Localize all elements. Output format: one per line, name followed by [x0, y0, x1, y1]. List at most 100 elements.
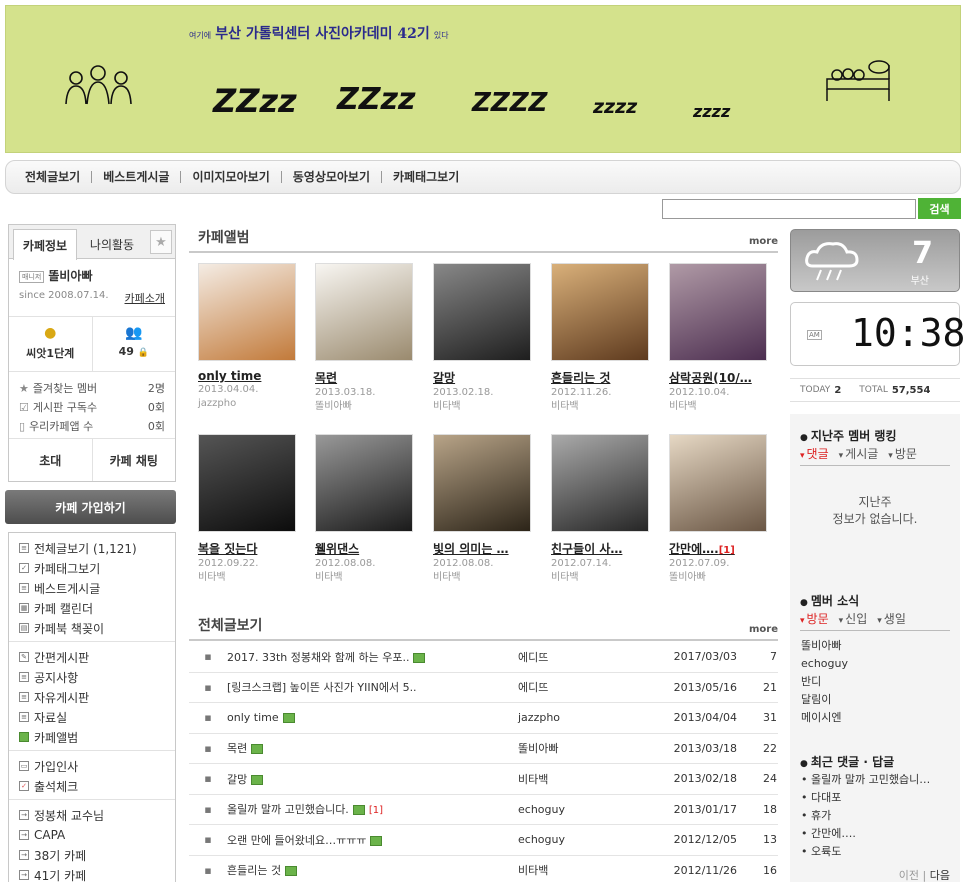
- menu-cafe-tags[interactable]: 카페태그보기: [382, 171, 470, 183]
- album-caption[interactable]: 흔들리는 것: [551, 369, 651, 386]
- menu-image-gallery[interactable]: 이미지모아보기: [181, 171, 282, 183]
- post-title-cell[interactable]: 갈망: [227, 771, 517, 787]
- post-title-cell[interactable]: 올릴까 말까 고민했습니다. [1]: [227, 801, 517, 817]
- post-author[interactable]: echoguy: [517, 803, 647, 816]
- menu-all-posts[interactable]: 전체글보기: [14, 171, 93, 183]
- album-author[interactable]: 비타백: [315, 571, 415, 585]
- cafe-intro-link[interactable]: 카페소개: [125, 290, 165, 306]
- post-author[interactable]: echoguy: [517, 833, 647, 846]
- album-caption[interactable]: 삼락공원(10/…: [669, 369, 769, 386]
- board-item[interactable]: ✓ 카페태그보기: [9, 558, 175, 578]
- search-input[interactable]: [662, 199, 916, 219]
- recent-comment-item[interactable]: • 오륙도: [801, 843, 930, 861]
- recent-comment-item[interactable]: • 휴가: [801, 807, 930, 825]
- board-item[interactable]: → 38기 카페: [9, 845, 175, 865]
- album-caption[interactable]: 웰위댄스: [315, 540, 415, 557]
- post-author[interactable]: 비타백: [517, 862, 647, 878]
- album-author[interactable]: 비타백: [433, 400, 533, 414]
- album-card[interactable]: 친구들이 사… 2012.07.14. 비타백: [551, 434, 651, 585]
- album-photo[interactable]: [315, 434, 413, 532]
- prev-page-link[interactable]: 이전: [899, 869, 919, 882]
- album-photo[interactable]: [198, 434, 296, 532]
- board-item[interactable]: ✓ 출석체크: [9, 776, 175, 796]
- board-item[interactable]: ✎ 간편게시판: [9, 647, 175, 667]
- tab-member-visits[interactable]: 방문: [800, 610, 829, 627]
- cafe-members[interactable]: 👥 49 🔒: [93, 317, 176, 371]
- album-photo[interactable]: [433, 263, 531, 361]
- board-item[interactable]: ≡ 공지사항: [9, 667, 175, 687]
- post-title-cell[interactable]: 오랜 만에 들어왔네요…ㅠㅠㅠ: [227, 832, 517, 848]
- tab-cafe-info[interactable]: 카페정보: [13, 229, 77, 260]
- tab-my-activity[interactable]: 나의활동: [77, 229, 147, 259]
- manager-name[interactable]: 똘비아빠: [48, 269, 92, 283]
- album-author[interactable]: 비타백: [551, 571, 651, 585]
- recent-comment-item[interactable]: • 간만에….: [801, 825, 930, 843]
- album-author[interactable]: 비타백: [198, 571, 298, 585]
- album-photo[interactable]: [551, 263, 649, 361]
- post-title-cell[interactable]: 목련: [227, 740, 517, 756]
- album-card[interactable]: 갈망 2013.02.18. 비타백: [433, 263, 533, 414]
- album-author[interactable]: 비타백: [551, 400, 651, 414]
- album-card[interactable]: 복을 짓는다 2012.09.22. 비타백: [198, 434, 298, 585]
- album-card[interactable]: 목련 2013.03.18. 똘비아빠: [315, 263, 415, 414]
- post-title-cell[interactable]: only time: [227, 711, 517, 724]
- album-title[interactable]: 카페앨범: [189, 227, 250, 247]
- menu-best-posts[interactable]: 베스트게시글: [92, 171, 182, 183]
- cafe-chat-button[interactable]: 카페 채팅: [93, 439, 176, 481]
- board-item[interactable]: ≡ 자료실: [9, 707, 175, 727]
- member-item[interactable]: 달림이: [801, 691, 848, 709]
- album-photo[interactable]: [433, 434, 531, 532]
- album-card[interactable]: 웰위댄스 2012.08.08. 비타백: [315, 434, 415, 585]
- member-item[interactable]: echoguy: [801, 655, 848, 673]
- invite-button[interactable]: 초대: [9, 439, 93, 481]
- album-card[interactable]: 간만에….[1] 2012.07.09. 똘비아빠: [669, 434, 769, 585]
- album-card[interactable]: 흔들리는 것 2012.11.26. 비타백: [551, 263, 651, 414]
- album-card[interactable]: only time 2013.04.04. jazzpho: [198, 263, 298, 411]
- board-item[interactable]: → CAPA: [9, 825, 175, 845]
- album-caption[interactable]: 갈망: [433, 369, 533, 386]
- board-item[interactable]: ≡ 베스트게시글: [9, 578, 175, 598]
- board-item[interactable]: ▦ 카페 캘린더: [9, 598, 175, 618]
- board-item[interactable]: → 정봉채 교수님: [9, 805, 175, 825]
- album-caption[interactable]: 목련: [315, 369, 415, 386]
- recent-comment-item[interactable]: • 올릴까 말까 고민했습니…: [801, 771, 930, 789]
- post-author[interactable]: 에디뜨: [517, 649, 647, 665]
- posts-more-link[interactable]: more: [749, 624, 778, 635]
- album-caption[interactable]: 복을 짓는다: [198, 540, 298, 557]
- tab-ranking-posts[interactable]: 게시글: [839, 445, 878, 462]
- album-photo[interactable]: [669, 263, 767, 361]
- cafe-level[interactable]: ● 씨앗1단계: [9, 317, 93, 371]
- board-item[interactable]: ≡ 자유게시판: [9, 687, 175, 707]
- search-button[interactable]: 검색: [918, 198, 961, 219]
- album-author[interactable]: 비타백: [433, 571, 533, 585]
- post-author[interactable]: 에디뜨: [517, 679, 647, 695]
- tab-ranking-comments[interactable]: 댓글: [800, 445, 829, 462]
- board-item[interactable]: → 41기 카페: [9, 865, 175, 882]
- album-caption[interactable]: 친구들이 사…: [551, 540, 651, 557]
- album-caption[interactable]: 빛의 의미는 …: [433, 540, 533, 557]
- favorite-star-icon[interactable]: ★: [150, 230, 172, 254]
- album-caption[interactable]: 간만에….[1]: [669, 540, 769, 557]
- tab-ranking-visits[interactable]: 방문: [888, 445, 917, 462]
- album-author[interactable]: 똘비아빠: [315, 400, 415, 414]
- recent-comment-item[interactable]: • 다대포: [801, 789, 930, 807]
- cafe-banner[interactable]: 여기에 부산 가톨릭센터 사진아카데미 42기 있다 ZZzz ZZzz ZZZ…: [5, 5, 961, 153]
- post-author[interactable]: 똘비아빠: [517, 740, 647, 756]
- album-card[interactable]: 빛의 의미는 … 2012.08.08. 비타백: [433, 434, 533, 585]
- member-item[interactable]: 메이시엔: [801, 709, 848, 727]
- album-author[interactable]: jazzpho: [198, 397, 298, 411]
- menu-video-gallery[interactable]: 동영상모아보기: [282, 171, 383, 183]
- post-author[interactable]: 비타백: [517, 771, 647, 787]
- album-photo[interactable]: [315, 263, 413, 361]
- board-item[interactable]: ▤ 카페북 책꽂이: [9, 618, 175, 638]
- post-title-cell[interactable]: 흔들리는 것: [227, 862, 517, 878]
- tab-member-new[interactable]: 신입: [839, 610, 867, 627]
- post-title-cell[interactable]: 2017. 33th 정봉채와 함께 하는 우포..: [227, 649, 517, 665]
- board-item[interactable]: ▭ 가입인사: [9, 756, 175, 776]
- album-caption[interactable]: only time: [198, 369, 298, 383]
- board-item[interactable]: 카페앨범: [9, 727, 175, 747]
- member-item[interactable]: 반디: [801, 673, 848, 691]
- album-author[interactable]: 비타백: [669, 400, 769, 414]
- album-author[interactable]: 똘비아빠: [669, 571, 769, 585]
- board-item[interactable]: ≡ 전체글보기 (1,121): [9, 538, 175, 558]
